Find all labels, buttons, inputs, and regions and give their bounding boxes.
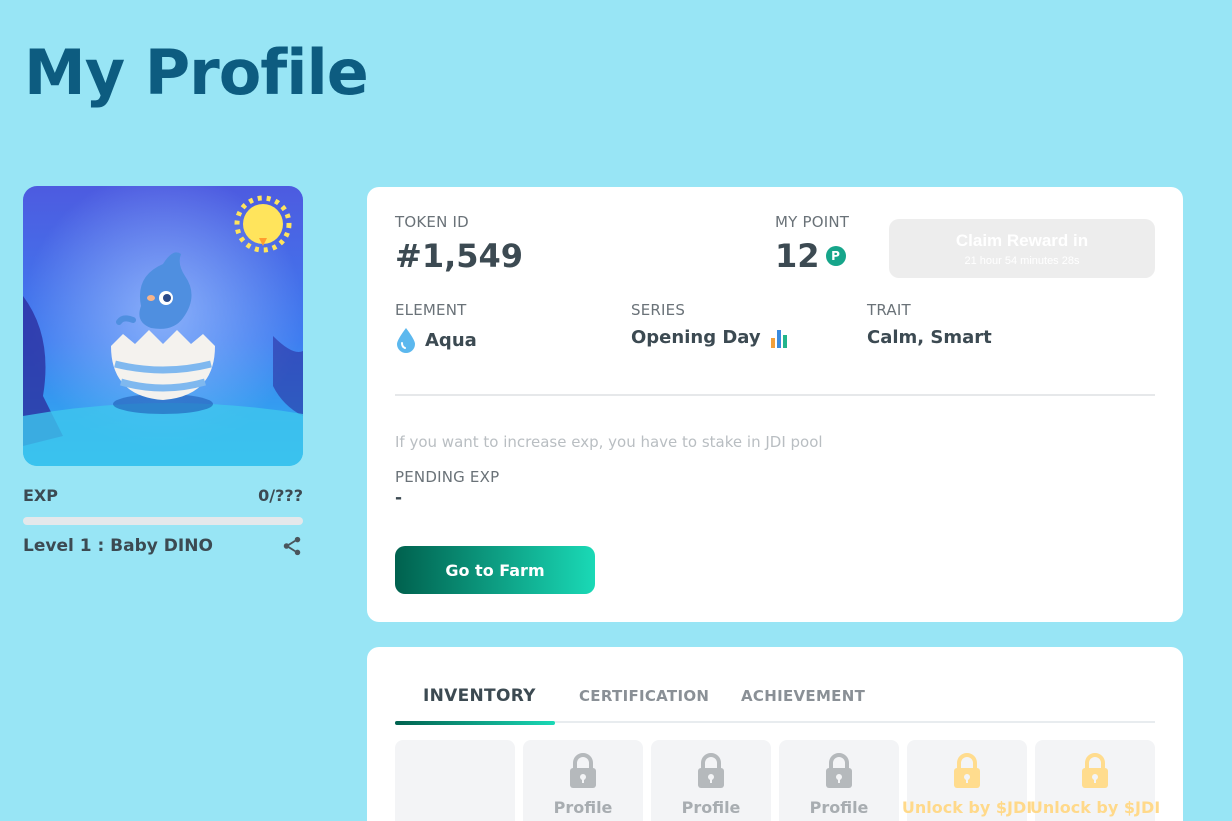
token-id-label: TOKEN ID	[395, 213, 469, 231]
trait-value: Calm, Smart	[867, 327, 992, 348]
trait-label: TRAIT	[867, 301, 911, 319]
element-row: Aqua	[395, 327, 477, 353]
level-label: Level 1 : Baby DINO	[23, 536, 213, 556]
page-title: My Profile	[24, 36, 369, 109]
pending-exp-block: PENDING EXP -	[395, 468, 499, 508]
slot-label: Profile	[681, 798, 741, 817]
go-to-farm-button[interactable]: Go to Farm	[395, 546, 595, 594]
slot-label: Unlock by $JDI	[1029, 798, 1161, 817]
inventory-slot-locked[interactable]: Profile	[523, 740, 643, 821]
element-label: ELEMENT	[395, 301, 467, 319]
exp-progress-bar	[23, 517, 303, 525]
profile-page: My Profile EXP 0/??? Level 1: Baby DINO…	[0, 0, 1232, 821]
lock-icon	[570, 753, 596, 788]
token-info-card: TOKEN ID #1,549 MY POINT 12 P Claim Rewa…	[367, 187, 1183, 622]
token-id-value: #1,549	[395, 237, 524, 275]
exp-value: 0/???	[258, 486, 303, 505]
inventory-slot-jdi-locked[interactable]: Unlock by $JDI	[1030, 740, 1160, 821]
lock-icon	[698, 753, 724, 788]
my-point-value: 12	[775, 237, 820, 275]
trait-block: TRAIT Calm, Smart	[867, 301, 992, 348]
level-row: Level 1 : Baby DINO	[23, 535, 303, 557]
pending-exp-label: PENDING EXP	[395, 468, 500, 486]
dino-illustration	[23, 186, 303, 466]
series-row: Opening Day	[631, 327, 791, 348]
slot-label: Profile	[809, 798, 869, 817]
point-coin-icon: P	[825, 246, 846, 266]
my-point-row: 12 P	[775, 237, 849, 275]
pending-exp-value: -	[395, 488, 403, 508]
inventory-card: INVENTORY CERTIFICATION ACHIEVEMENT Prof…	[367, 647, 1183, 821]
inventory-slot-locked[interactable]: Profile	[779, 740, 899, 821]
slot-label: Profile	[553, 798, 613, 817]
exp-label: EXP	[23, 486, 58, 505]
series-value: Opening Day	[631, 327, 761, 348]
series-label: SERIES	[631, 301, 686, 319]
claim-reward-title: Claim Reward in	[955, 230, 1089, 250]
share-icon[interactable]	[281, 535, 303, 557]
tab-inventory[interactable]: INVENTORY	[423, 686, 536, 706]
inventory-slot-locked[interactable]: Profile	[651, 740, 771, 821]
active-tab-indicator	[395, 721, 555, 725]
my-point-label: MY POINT	[775, 213, 850, 231]
slot-label: Unlock by $JDI	[901, 798, 1033, 817]
tab-achievement[interactable]: ACHIEVEMENT	[741, 687, 865, 705]
stake-hint-text: If you want to increase exp, you have to…	[395, 433, 823, 451]
inventory-slot-jdi-locked[interactable]: Unlock by $JDI	[902, 740, 1032, 821]
lock-icon	[954, 753, 980, 788]
claim-reward-button[interactable]: Claim Reward in 21 hour 54 minutes 28s	[889, 219, 1155, 278]
element-value: Aqua	[425, 329, 477, 351]
lock-icon	[826, 753, 852, 788]
my-point-block: MY POINT 12 P	[775, 213, 849, 275]
element-block: ELEMENT Aqua	[395, 301, 477, 353]
divider	[395, 394, 1155, 396]
tab-certification[interactable]: CERTIFICATION	[579, 687, 709, 705]
token-id-block: TOKEN ID #1,549	[395, 213, 523, 275]
inventory-slot[interactable]	[395, 740, 515, 821]
exp-row: EXP 0/???	[23, 486, 303, 505]
water-drop-icon	[397, 328, 415, 353]
claim-countdown: 21 hour 54 minutes 28s	[964, 254, 1080, 267]
dino-avatar-image	[23, 186, 303, 466]
inventory-tabs: INVENTORY CERTIFICATION ACHIEVEMENT	[395, 686, 1155, 725]
lock-icon	[1082, 753, 1108, 788]
series-bar-chart-icon	[770, 329, 787, 348]
series-block: SERIES Opening Day	[631, 301, 791, 348]
